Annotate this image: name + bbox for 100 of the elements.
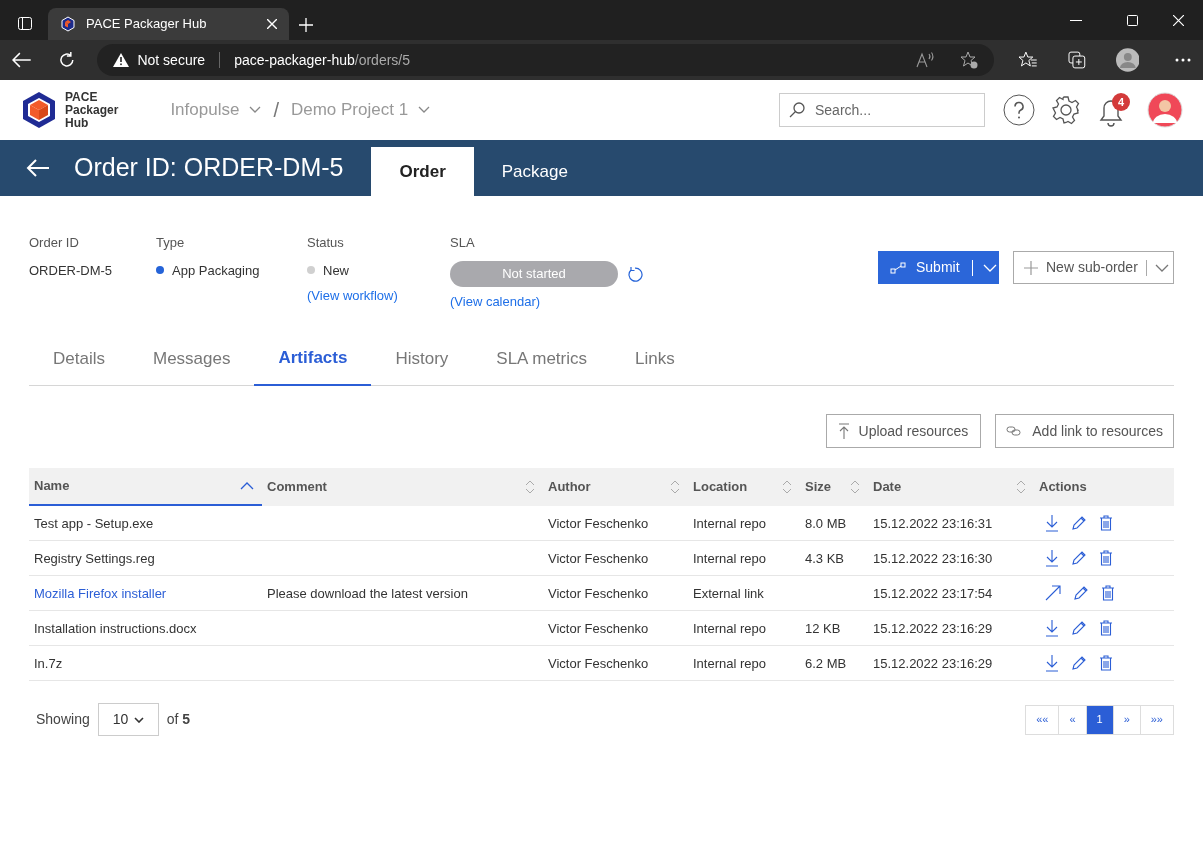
notification-bell-icon[interactable] — [1099, 99, 1123, 127]
back-icon[interactable] — [12, 52, 32, 68]
column-header[interactable]: Comment — [267, 477, 327, 497]
view-calendar-link[interactable]: (View calendar) — [450, 291, 644, 311]
add-link-button[interactable]: Add link to resources — [995, 414, 1174, 448]
read-aloud-icon[interactable] — [916, 52, 937, 68]
maximize-icon[interactable] — [1127, 15, 1138, 26]
column-header[interactable]: Actions — [1039, 477, 1087, 497]
more-icon[interactable] — [1175, 58, 1192, 62]
delete-icon[interactable] — [1099, 655, 1113, 671]
download-icon[interactable] — [1045, 514, 1059, 532]
new-sub-order-button[interactable]: New sub-order — [1013, 251, 1174, 284]
favorites-icon[interactable] — [1018, 51, 1038, 69]
refresh-icon[interactable] — [628, 265, 644, 282]
download-icon[interactable] — [1045, 619, 1059, 637]
column-header[interactable]: Date — [873, 477, 902, 497]
page-button[interactable]: »» — [1139, 704, 1174, 735]
address-bar[interactable]: Not secure pace-packager-hub/orders/5 — [97, 44, 995, 76]
table-cell: 15.12.2022 23:17:54 — [873, 586, 993, 601]
sla-status-pill: Not started — [450, 260, 618, 287]
edit-icon[interactable] — [1071, 550, 1087, 566]
showing-label: Showing — [36, 710, 90, 729]
column-header[interactable]: Name — [34, 476, 70, 496]
page-size-select[interactable]: 10 — [97, 703, 159, 736]
column-header[interactable]: Location — [693, 477, 748, 497]
minimize-icon[interactable] — [1070, 20, 1082, 22]
external-link-icon[interactable] — [1045, 585, 1061, 601]
delete-icon[interactable] — [1099, 515, 1113, 531]
section-tab[interactable]: SLA metrics — [472, 332, 612, 386]
table-cell: Internal repo — [693, 621, 766, 636]
warning-icon — [113, 53, 130, 67]
order-tab[interactable]: Order — [371, 147, 474, 196]
status-value: New — [323, 261, 349, 280]
tab-title: PACE Packager Hub — [86, 15, 208, 34]
edit-icon[interactable] — [1071, 655, 1087, 671]
new-tab-icon[interactable] — [299, 18, 313, 32]
reload-icon[interactable] — [57, 51, 76, 69]
order-tab[interactable]: Package — [473, 147, 596, 196]
close-icon[interactable] — [267, 19, 277, 29]
upload-icon — [838, 423, 849, 439]
close-icon[interactable] — [1173, 15, 1184, 26]
table-cell: Victor Feschenko — [548, 586, 649, 601]
sort-ascending-icon[interactable] — [240, 482, 254, 490]
field-label: SLA — [450, 234, 476, 252]
search-icon — [789, 102, 805, 118]
browser-tab[interactable]: PACE Packager Hub — [48, 8, 289, 40]
table-cell: 15.12.2022 23:16:30 — [873, 551, 993, 566]
table-cell: 4.3 KB — [805, 551, 845, 566]
add-favorite-icon[interactable] — [960, 51, 979, 69]
page-title: Order ID: ORDER-DM-5 — [74, 152, 344, 184]
page-button[interactable]: « — [1058, 704, 1087, 735]
caret-icon — [982, 263, 997, 272]
settings-icon[interactable] — [1051, 95, 1081, 125]
column-header[interactable]: Author — [548, 477, 591, 497]
delete-icon[interactable] — [1099, 550, 1113, 566]
table-cell: 15.12.2022 23:16:29 — [873, 621, 993, 636]
plus-icon — [1024, 260, 1038, 275]
table-cell: In.7z — [34, 656, 63, 671]
table-cell: Installation instructions.docx — [34, 621, 197, 636]
back-icon[interactable] — [26, 159, 50, 177]
delete-icon[interactable] — [1099, 620, 1113, 636]
table-cell: Victor Feschenko — [548, 656, 649, 671]
section-tab[interactable]: History — [371, 332, 473, 386]
table-cell: Victor Feschenko — [548, 621, 649, 636]
caret-icon — [249, 106, 262, 114]
column-header[interactable]: Size — [805, 477, 831, 497]
avatar[interactable] — [1147, 92, 1183, 128]
edit-icon[interactable] — [1073, 585, 1089, 601]
table-cell: Victor Feschenko — [548, 551, 649, 566]
table-cell: External link — [693, 586, 764, 601]
tab-actions-icon[interactable] — [18, 17, 32, 30]
artifact-link[interactable]: Mozilla Firefox installer — [34, 586, 167, 601]
section-tab[interactable]: Artifacts — [254, 332, 372, 386]
total-count: of 5 — [166, 710, 191, 729]
link-icon — [1006, 425, 1023, 437]
download-icon[interactable] — [1045, 549, 1059, 567]
page-button[interactable]: » — [1112, 704, 1141, 735]
section-tab[interactable]: Messages — [128, 332, 255, 386]
breadcrumb-separator: / — [273, 98, 279, 123]
submit-button[interactable]: Submit — [878, 251, 999, 284]
download-icon[interactable] — [1045, 654, 1059, 672]
logo-text: PACE Packager Hub — [65, 90, 119, 130]
profile-icon[interactable] — [1115, 48, 1140, 72]
edit-icon[interactable] — [1071, 620, 1087, 636]
edit-icon[interactable] — [1071, 515, 1087, 531]
upload-resources-button[interactable]: Upload resources — [825, 414, 982, 448]
table-cell: 12 KB — [805, 621, 841, 636]
page-button[interactable]: 1 — [1085, 704, 1114, 735]
order-id-value: ORDER-DM-5 — [29, 261, 114, 280]
page-button[interactable]: «« — [1025, 704, 1060, 735]
type-value: App Packaging — [172, 261, 260, 280]
section-tab[interactable]: Details — [29, 332, 129, 386]
delete-icon[interactable] — [1101, 585, 1115, 601]
collections-icon[interactable] — [1067, 51, 1086, 69]
section-tab[interactable]: Links — [611, 332, 699, 386]
search-field[interactable]: Search... — [779, 93, 985, 127]
view-workflow-link[interactable]: (View workflow) — [307, 286, 450, 306]
table-cell: Victor Feschenko — [548, 516, 649, 531]
cube-icon — [60, 16, 76, 32]
help-icon[interactable] — [1003, 94, 1035, 126]
